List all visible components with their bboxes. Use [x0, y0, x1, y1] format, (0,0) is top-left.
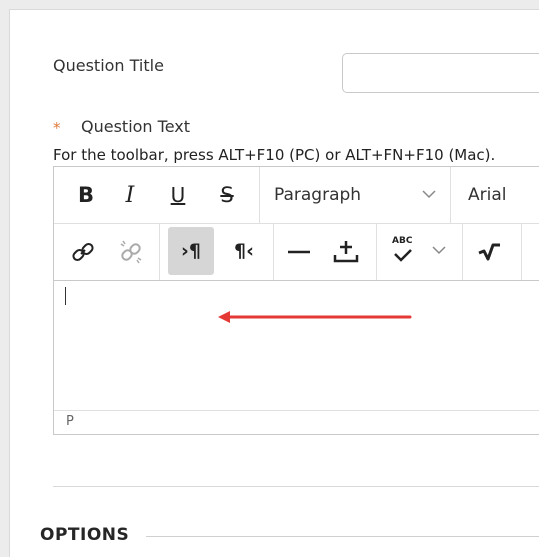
- toolbar-hint: For the toolbar, press ALT+F10 (PC) or A…: [53, 146, 496, 164]
- font-family-select[interactable]: Arial: [468, 185, 506, 205]
- toolbar-separator: [273, 224, 274, 280]
- toolbar-row-1: B I U S Paragraph Arial: [54, 167, 539, 224]
- chevron-down-icon: [422, 190, 436, 199]
- strikethrough-button[interactable]: S: [213, 181, 241, 209]
- block-format-value: Paragraph: [274, 185, 362, 205]
- editor-content-area[interactable]: [54, 281, 539, 409]
- math-sqrt-icon[interactable]: [476, 239, 502, 265]
- rich-text-editor: B I U S Paragraph Arial ›¶ ¶‹ ABC P: [53, 166, 539, 435]
- options-heading: OPTIONS: [40, 525, 130, 545]
- toolbar-separator: [376, 224, 377, 280]
- toolbar-separator: [450, 167, 451, 223]
- chevron-down-icon: [432, 246, 446, 255]
- toolbar-row-2: ›¶ ¶‹ ABC: [54, 224, 539, 281]
- question-text-label: Question Text: [81, 117, 191, 136]
- red-arrow-annotation: [218, 311, 412, 323]
- required-marker: *: [53, 119, 61, 137]
- insert-icon[interactable]: [332, 237, 360, 265]
- block-format-select[interactable]: Paragraph: [260, 167, 450, 223]
- toolbar-separator: [462, 224, 463, 280]
- italic-button[interactable]: I: [116, 181, 144, 209]
- unlink-icon[interactable]: [118, 239, 144, 265]
- link-icon[interactable]: [70, 239, 96, 265]
- text-caret: [65, 287, 66, 305]
- toolbar-separator: [521, 224, 522, 280]
- horizontal-line-icon[interactable]: [286, 239, 312, 265]
- options-divider: [146, 536, 539, 537]
- section-divider: [53, 486, 539, 487]
- underline-button[interactable]: U: [164, 181, 192, 209]
- toolbar-separator: [159, 224, 160, 280]
- question-title-input[interactable]: [342, 53, 539, 93]
- element-path: P: [66, 414, 74, 429]
- checkmark-icon: [394, 249, 412, 262]
- bold-button[interactable]: B: [72, 181, 100, 209]
- editor-status-bar: P: [54, 410, 539, 435]
- ltr-button[interactable]: ›¶: [168, 227, 214, 275]
- question-title-label: Question Title: [53, 56, 164, 75]
- spellcheck-label: ABC: [392, 236, 413, 246]
- spellcheck-button[interactable]: ABC: [386, 230, 456, 274]
- rtl-button[interactable]: ¶‹: [221, 227, 267, 275]
